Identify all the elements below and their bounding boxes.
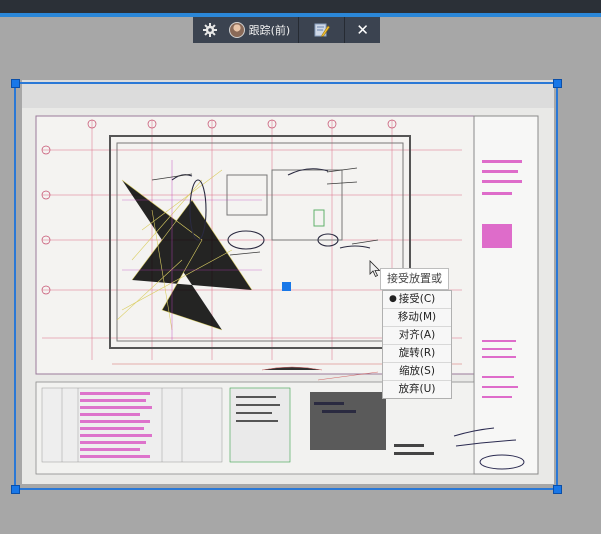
close-icon: ✕ [356,21,369,39]
menu-item-move[interactable]: 移动(M) [383,309,451,327]
move-grip-handle[interactable] [282,282,291,291]
gear-icon [202,23,217,37]
menu-item-scale[interactable]: 缩放(S) [383,363,451,381]
application-top-bar [0,0,601,13]
resize-handle-top-right[interactable] [553,79,562,88]
menu-item-label: 对齐(A) [398,329,436,341]
track-mode-button[interactable]: 跟踪(前) [227,17,298,43]
menu-item-label: 移动(M) [397,311,437,323]
close-button[interactable]: ✕ [345,17,380,43]
edit-markup-icon [314,23,330,38]
menu-item-label: 接受(C) [398,293,436,305]
menu-item-align[interactable]: 对齐(A) [383,327,451,345]
track-mode-label: 跟踪(前) [248,24,291,37]
user-avatar [228,22,245,38]
placement-prompt-tooltip: 接受放置或 [380,268,449,290]
resize-handle-top-left[interactable] [11,79,20,88]
menu-item-discard[interactable]: 放弃(U) [383,381,451,398]
resize-handle-bottom-right[interactable] [553,485,562,494]
menu-item-label: 缩放(S) [399,365,435,377]
menu-item-label: 放弃(U) [398,383,436,395]
menu-item-rotate[interactable]: 旋转(R) [383,345,451,363]
menu-item-label: 旋转(R) [398,347,436,359]
edit-markup-button[interactable] [299,17,345,43]
selected-bullet-icon: ● [389,294,397,304]
resize-handle-bottom-left[interactable] [11,485,20,494]
placement-context-menu: ● 接受(C) 移动(M) 对齐(A) 旋转(R) 缩放(S) 放弃(U) [382,290,452,399]
settings-button[interactable] [193,17,227,43]
menu-item-accept[interactable]: ● 接受(C) [383,291,451,309]
tracking-toolbar: 跟踪(前) ✕ [193,17,380,43]
